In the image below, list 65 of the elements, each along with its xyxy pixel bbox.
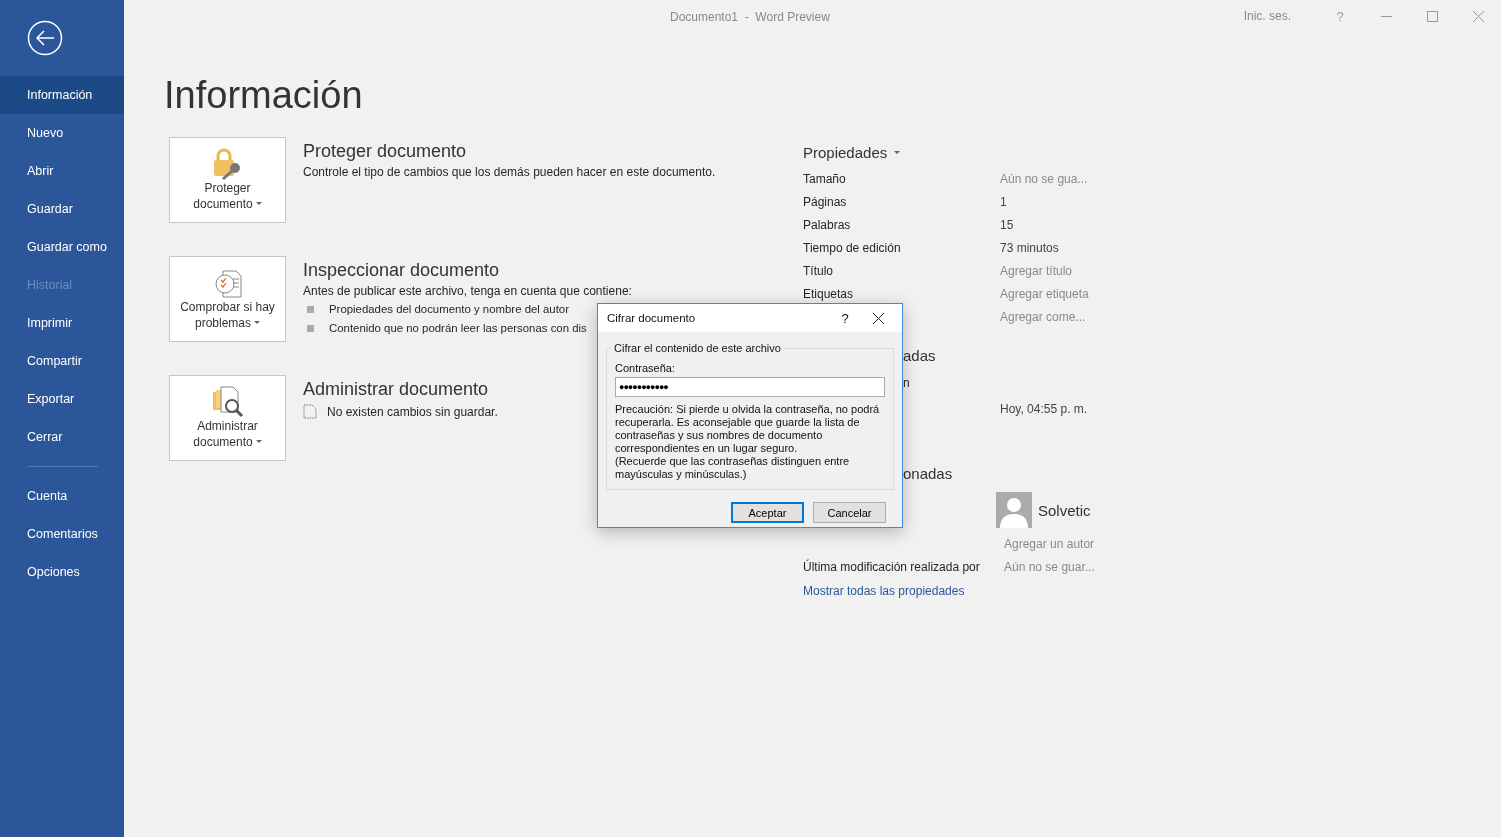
nav-item[interactable]: Compartir	[0, 342, 124, 380]
nav-item[interactable]: Imprimir	[0, 304, 124, 342]
section-heading: adas	[902, 346, 937, 366]
maximize-icon[interactable]	[1426, 10, 1438, 22]
property-label: Última modificación realizada por	[803, 559, 981, 574]
property-label: Título	[803, 263, 834, 278]
warning-text: Precaución: Si pierde u olvida la contraseña, no podrá recuperarla. Es aconsejable que guarde la lista de contraseñas y sus nombres de documento correspondientes en un lugar seguro.	[615, 403, 881, 455]
show-all-properties-link[interactable]: Mostrar todas las propiedades	[803, 584, 1095, 598]
section-button[interactable]: Administrar documento	[169, 375, 286, 461]
nav-item[interactable]: Abrir	[0, 152, 124, 190]
section-button[interactable]: Comprobar si hay problemas	[169, 256, 286, 342]
minimize-icon[interactable]	[1380, 15, 1392, 17]
property-value: 73 minutos	[1000, 240, 1060, 255]
section-description: Controle el tipo de cambios que los demás pueden hacer en este documento.	[303, 164, 716, 181]
caret-icon	[894, 151, 901, 155]
note-text: (Recuerde que las contraseñas distinguen entre mayúsculas y minúsculas.)	[615, 455, 851, 481]
nav-item[interactable]: Guardar	[0, 190, 124, 228]
caret-icon	[255, 202, 262, 206]
nav-item[interactable]: Opciones	[0, 553, 124, 591]
nav-item[interactable]: Guardar como	[0, 228, 124, 266]
property-label: Etiquetas	[803, 286, 855, 301]
section-button[interactable]: Proteger documento	[169, 137, 286, 223]
dialog-title: Cifrar documento	[607, 312, 696, 324]
dialog-button[interactable]: Aceptar	[731, 502, 804, 523]
property-label: Páginas	[803, 194, 848, 209]
nav-item[interactable]: Cuenta	[0, 477, 124, 515]
password-field[interactable]: ●●●●●●●●●●●	[615, 377, 885, 397]
dialog-help-button[interactable]: ?	[825, 310, 865, 326]
property-value: Aún no se guar...	[1003, 559, 1095, 574]
nav-item[interactable]: Comentarios	[0, 515, 124, 553]
nav-item[interactable]: Nuevo	[0, 114, 124, 152]
nav-item[interactable]: Información	[0, 76, 124, 114]
avatar-icon	[996, 492, 1032, 528]
property-value: 1	[1000, 194, 1008, 209]
section-title: Proteger documento	[303, 140, 468, 163]
bullet-text: Propiedades del documento y nombre del autor	[329, 302, 569, 317]
document-icon	[303, 404, 317, 419]
property-label: Palabras	[803, 217, 852, 232]
bullet-text: Contenido que no podrán leer las personas con dis	[329, 321, 587, 336]
group-label: Cifrar el contenido de este archivo	[613, 342, 782, 354]
documents-magnifier-icon	[211, 386, 244, 418]
section-heading: onadas	[902, 464, 954, 484]
bullet-icon	[307, 325, 314, 332]
window-title: Documento1 - Word Preview	[670, 10, 830, 24]
section-title: Inspeccionar documento	[303, 259, 501, 282]
field-label: Contraseña:	[615, 362, 676, 374]
dialog-button[interactable]: Cancelar	[813, 502, 886, 523]
properties-heading[interactable]: Propiedades	[803, 143, 901, 163]
property-label: Tiempo de edición	[803, 240, 902, 255]
property-label: Tamaño	[803, 171, 847, 186]
property-value: Hoy, 04:55 p. m.	[1000, 402, 1089, 416]
caret-icon	[254, 321, 260, 325]
page-title: Información	[164, 73, 364, 118]
nav-item[interactable]: Cerrar	[0, 418, 124, 456]
property-value: 15	[1000, 217, 1015, 232]
section-description: Antes de publicar este archivo, tenga en cuenta que contiene:	[303, 283, 632, 300]
section-note: No existen cambios sin guardar.	[327, 404, 498, 419]
author-name: Solvetic	[1038, 501, 1091, 519]
property-label: n	[902, 376, 911, 390]
bullet-icon	[307, 306, 314, 313]
nav-item[interactable]: Exportar	[0, 380, 124, 418]
checklist-document-icon	[212, 269, 243, 299]
close-icon[interactable]	[873, 312, 884, 324]
caret-icon	[255, 440, 262, 444]
section-title: Administrar documento	[303, 378, 490, 401]
